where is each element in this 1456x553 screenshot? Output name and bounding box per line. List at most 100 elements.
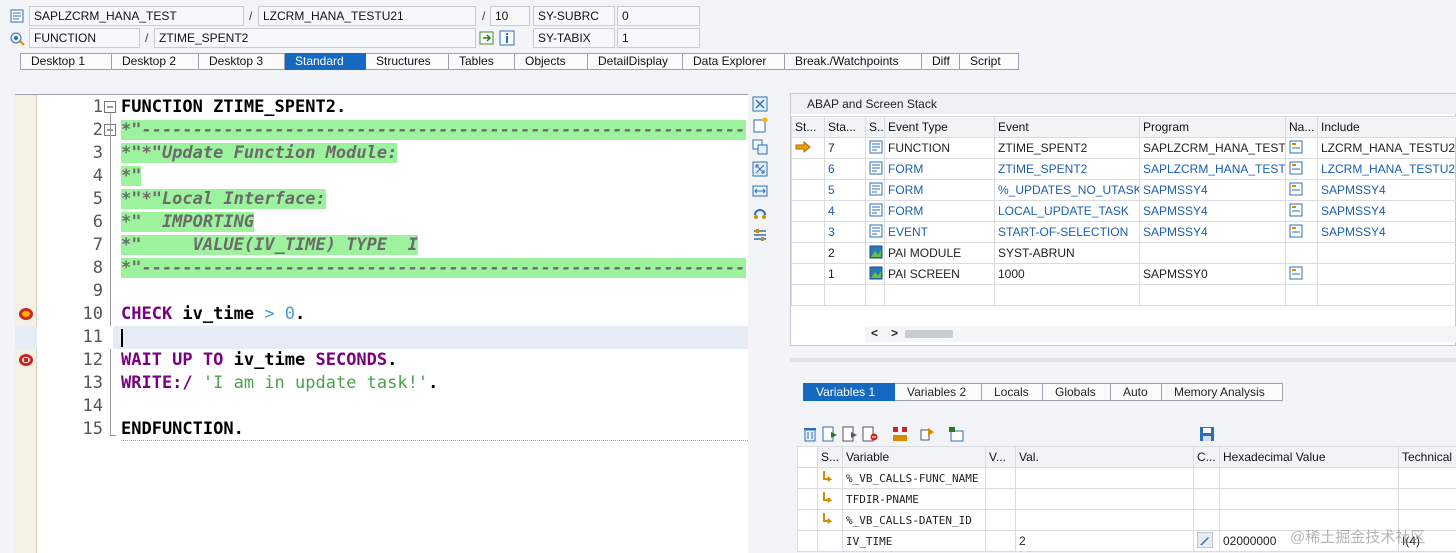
column-header[interactable]: S... [817,446,843,468]
code-line[interactable]: 1 FUNCTION ZTIME_SPENT2. [15,96,748,119]
column-header[interactable]: C... [1193,446,1220,468]
lightning-icon[interactable] [821,512,835,526]
tab-globals[interactable]: Globals [1043,383,1111,401]
program-name-field[interactable]: SAPLZCRM_HANA_TEST [29,6,244,26]
tab-data-explorer[interactable]: Data Explorer [683,53,785,70]
sysfield-name-2[interactable]: SY-TABIX [533,28,615,48]
column-header[interactable]: Event [994,116,1140,138]
tab-diff[interactable]: Diff [922,53,960,70]
code-line[interactable]: 3 *"*"Update Function Module: [15,142,748,165]
variable-name-input[interactable]: %_VB_CALLS-DATEN_ID [842,509,986,531]
navigate-include-icon[interactable] [1289,182,1303,196]
tab-variables-2[interactable]: Variables 2 [895,383,982,401]
column-header[interactable]: Sta... [824,116,866,138]
table-row[interactable]: TFDIR-PNAME [797,488,1456,510]
include-name-field[interactable]: LZCRM_HANA_TESTU21 [258,6,476,26]
object-name-field[interactable]: ZTIME_SPENT2 [154,28,476,48]
table-row[interactable]: 1 PAI SCREEN 1000 SAPMSSY0 [791,263,1456,285]
screen-icon[interactable] [869,266,883,280]
column-header[interactable]: Na... [1285,116,1318,138]
code-line[interactable]: 9 [15,280,748,303]
replace-tool-icon[interactable] [752,139,768,155]
navigate-include-icon[interactable] [1289,140,1303,154]
code-line[interactable]: 6 *" IMPORTING [15,211,748,234]
settings-tool-icon[interactable] [752,227,768,243]
code-line[interactable]: 12 WAIT UP TO iv_time SECONDS. [15,349,748,372]
save-icon[interactable] [1199,426,1215,442]
source-code-icon[interactable] [869,140,883,154]
source-code-icon[interactable] [869,161,883,175]
navigate-include-icon[interactable] [1289,203,1303,217]
column-header[interactable]: St... [791,116,825,138]
sysfield-value-1[interactable]: 0 [617,6,700,26]
tab-script[interactable]: Script [960,53,1019,70]
column-header[interactable]: Val. [1015,446,1194,468]
tab-tables[interactable]: Tables [449,53,515,70]
tab-desktop-3[interactable]: Desktop 3 [199,53,285,70]
navigate-include-icon[interactable] [1289,266,1303,280]
panel-splitter[interactable] [790,358,1456,362]
scroll-thumb[interactable] [905,330,953,338]
table-row[interactable]: %_VB_CALLS-FUNC_NAME [797,467,1456,489]
code-line[interactable]: 5 *"*"Local Interface: [15,188,748,211]
code-line[interactable]: 2 *"------------------------------------… [15,119,748,142]
tab-variables-1[interactable]: Variables 1 [803,383,895,401]
tab-standard[interactable]: Standard [285,53,366,70]
screen-icon[interactable] [869,245,883,259]
code-line[interactable]: 4 *" [15,165,748,188]
transfer-icon[interactable] [920,426,936,442]
swap-tool-icon[interactable] [752,183,768,199]
object-kind-field[interactable]: FUNCTION [29,28,140,48]
new-tool-icon[interactable] [752,117,768,133]
code-line[interactable]: 10 CHECK iv_time > 0. [15,303,748,326]
lightning-icon[interactable] [821,470,835,484]
table-row[interactable]: 5 FORM %_UPDATES_NO_UTASK SAPMSSY4 SAPMS… [791,179,1456,201]
insert-row-icon[interactable] [822,426,838,442]
tab-detail-display[interactable]: DetailDisplay [588,53,683,70]
source-code-editor[interactable]: 1 FUNCTION ZTIME_SPENT2. 2 *"-----------… [15,94,748,553]
column-header[interactable]: Variable [842,446,986,468]
code-line[interactable]: 15 ENDFUNCTION. [15,418,748,441]
variable-name-input[interactable]: TFDIR-PNAME [842,488,986,510]
close-tool-icon[interactable] [752,96,768,112]
current-code-line[interactable]: 11 [15,326,748,349]
scroll-right-button[interactable]: > [891,326,898,340]
code-line[interactable]: 7 *" VALUE(IV_TIME) TYPE I [15,234,748,257]
source-code-icon[interactable] [869,182,883,196]
tab-desktop-2[interactable]: Desktop 2 [112,53,199,70]
code-line[interactable]: 14 [15,395,748,418]
line-number-field[interactable]: 10 [490,6,530,26]
navigate-include-icon[interactable] [1289,224,1303,238]
session-breakpoint-icon[interactable] [18,307,34,321]
column-header[interactable]: Technical [1398,446,1456,468]
table-row[interactable]: 7 FUNCTION ZTIME_SPENT2 SAPLZCRM_HANA_TE… [791,137,1456,159]
tab-memory-analysis[interactable]: Memory Analysis [1162,383,1283,401]
horizontal-scrollbar[interactable]: < > [865,326,1456,342]
source-code-icon[interactable] [869,224,883,238]
info-icon[interactable] [499,30,515,46]
delete-icon[interactable] [802,426,818,442]
table-row[interactable]: 6 FORM ZTIME_SPENT2 SAPLZCRM_HANA_TEST L… [791,158,1456,180]
tab-desktop-1[interactable]: Desktop 1 [20,53,112,70]
append-row-icon[interactable] [842,426,858,442]
sysfield-value-2[interactable]: 1 [617,28,700,48]
tab-objects[interactable]: Objects [515,53,588,70]
remove-row-icon[interactable] [862,426,878,442]
edit-pencil-icon[interactable] [1196,531,1214,548]
source-code-icon[interactable] [869,203,883,217]
column-header[interactable]: Event Type [884,116,995,138]
table-row[interactable]: 2 PAI MODULE SYST-ABRUN [791,242,1456,264]
column-header[interactable]: V... [985,446,1016,468]
column-header[interactable]: S... [865,116,885,138]
table-row[interactable]: 3 EVENT START-OF-SELECTION SAPMSSY4 SAPM… [791,221,1456,243]
code-line[interactable]: 13 WRITE:/ 'I am in update task!'. [15,372,748,395]
table-row[interactable]: 4 FORM LOCAL_UPDATE_TASK SAPMSSY4 SAPMSS… [791,200,1456,222]
table-view-icon[interactable] [948,426,964,442]
code-line[interactable]: 8 *"------------------------------------… [15,257,748,280]
lightning-icon[interactable] [821,491,835,505]
external-breakpoint-icon[interactable] [18,353,34,367]
services-tool-icon[interactable] [752,205,768,221]
tab-auto[interactable]: Auto [1111,383,1162,401]
maximize-tool-icon[interactable] [752,161,768,177]
tab-structures[interactable]: Structures [366,53,449,70]
